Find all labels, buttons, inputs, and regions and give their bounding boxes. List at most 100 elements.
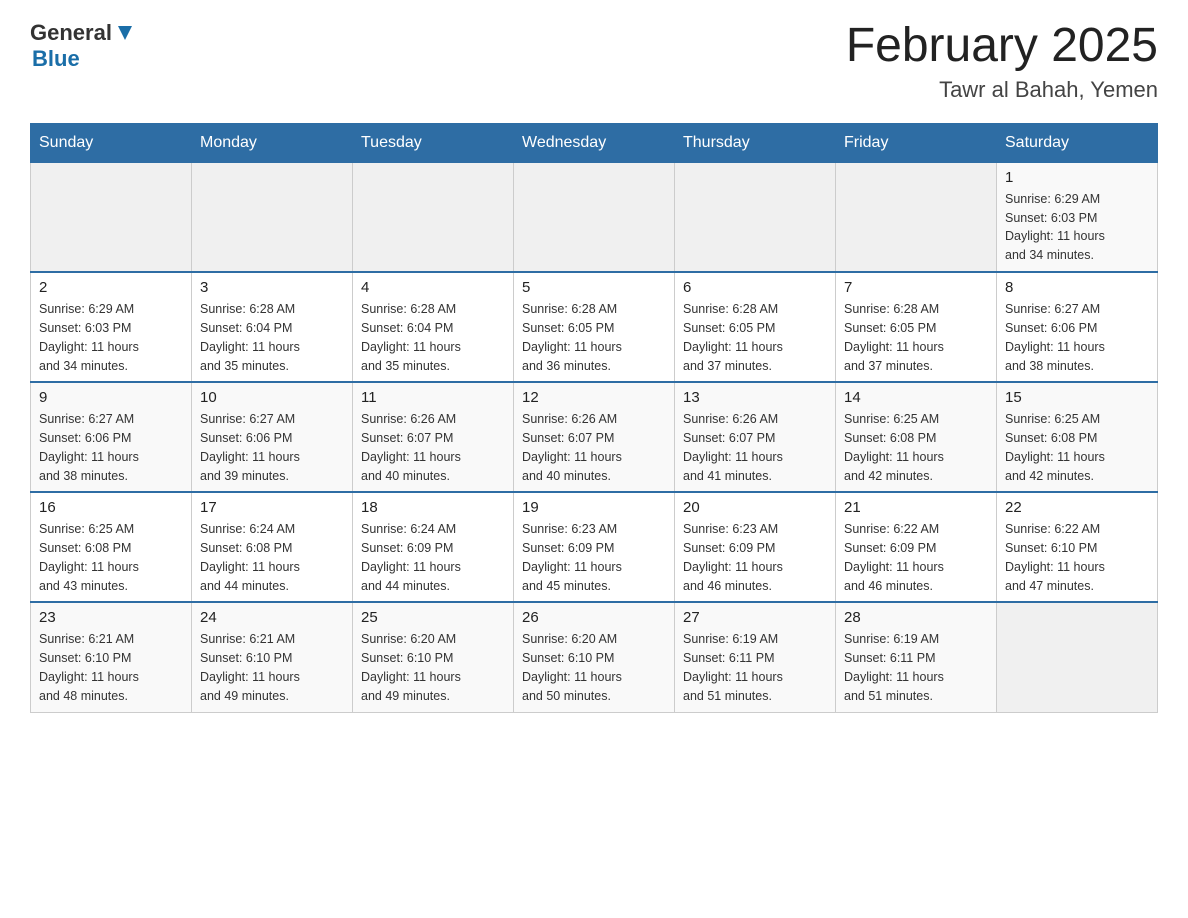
day-number: 8	[1005, 279, 1149, 296]
header-day-friday: Friday	[836, 123, 997, 162]
calendar-cell: 19Sunrise: 6:23 AM Sunset: 6:09 PM Dayli…	[514, 492, 675, 602]
calendar-cell: 12 Sunrise: 6:26 AM Sunset: 6:07 PM Dayli…	[514, 382, 675, 492]
day-number: 27	[683, 609, 827, 626]
day-info: Sunrise: 6:20 AM Sunset: 6:10 PM Dayligh…	[522, 630, 666, 705]
calendar-header-row: SundayMondayTuesdayWednesdayThursdayFrid…	[31, 123, 1158, 162]
day-info: Sunrise: 6:25 AM Sunset: 6:08 PM Dayligh…	[39, 520, 183, 595]
day-info: Sunrise: 6:26 AM Sunset: 6:07 PM Dayligh…	[683, 410, 827, 485]
header-day-tuesday: Tuesday	[353, 123, 514, 162]
header-day-monday: Monday	[192, 123, 353, 162]
calendar-cell: 28Sunrise: 6:19 AM Sunset: 6:11 PM Dayli…	[836, 602, 997, 712]
day-info: Sunrise: 6:24 AM Sunset: 6:08 PM Dayligh…	[200, 520, 344, 595]
calendar-cell	[192, 162, 353, 272]
day-info: Sunrise: 6:27 AM Sunset: 6:06 PM Dayligh…	[1005, 300, 1149, 375]
calendar-cell	[836, 162, 997, 272]
calendar-cell: 2 Sunrise: 6:29 AM Sunset: 6:03 PM Daylig…	[31, 272, 192, 382]
day-number: 6	[683, 279, 827, 296]
calendar-cell: 1Sunrise: 6:29 AM Sunset: 6:03 PM Daylig…	[997, 162, 1158, 272]
day-number: 16	[39, 499, 183, 516]
title-section: February 2025 Tawr al Bahah, Yemen	[846, 20, 1158, 103]
day-number: 5	[522, 279, 666, 296]
day-info: Sunrise: 6:21 AM Sunset: 6:10 PM Dayligh…	[200, 630, 344, 705]
day-number: 13	[683, 389, 827, 406]
calendar-cell: 27 Sunrise: 6:19 AM Sunset: 6:11 PM Dayli…	[675, 602, 836, 712]
calendar-cell: 10Sunrise: 6:27 AM Sunset: 6:06 PM Dayli…	[192, 382, 353, 492]
calendar-cell: 9 Sunrise: 6:27 AM Sunset: 6:06 PM Daylig…	[31, 382, 192, 492]
day-info: Sunrise: 6:26 AM Sunset: 6:07 PM Dayligh…	[522, 410, 666, 485]
calendar-cell: 8 Sunrise: 6:27 AM Sunset: 6:06 PM Daylig…	[997, 272, 1158, 382]
day-number: 22	[1005, 499, 1149, 516]
calendar-cell	[514, 162, 675, 272]
day-number: 17	[200, 499, 344, 516]
day-number: 9	[39, 389, 183, 406]
day-number: 18	[361, 499, 505, 516]
day-number: 2	[39, 279, 183, 296]
calendar-cell: 24 Sunrise: 6:21 AM Sunset: 6:10 PM Dayli…	[192, 602, 353, 712]
calendar-cell: 23 Sunrise: 6:21 AM Sunset: 6:10 PM Dayli…	[31, 602, 192, 712]
day-number: 11	[361, 389, 505, 406]
calendar-cell: 7 Sunrise: 6:28 AM Sunset: 6:05 PM Daylig…	[836, 272, 997, 382]
day-info: Sunrise: 6:24 AM Sunset: 6:09 PM Dayligh…	[361, 520, 505, 595]
day-number: 19	[522, 499, 666, 516]
day-info: Sunrise: 6:22 AM Sunset: 6:10 PM Dayligh…	[1005, 520, 1149, 595]
calendar-title: February 2025	[846, 20, 1158, 73]
day-info: Sunrise: 6:23 AM Sunset: 6:09 PM Dayligh…	[683, 520, 827, 595]
calendar-week-row: 9 Sunrise: 6:27 AM Sunset: 6:06 PM Daylig…	[31, 382, 1158, 492]
day-info: Sunrise: 6:27 AM Sunset: 6:06 PM Dayligh…	[39, 410, 183, 485]
calendar-cell: 6Sunrise: 6:28 AM Sunset: 6:05 PM Daylig…	[675, 272, 836, 382]
day-info: Sunrise: 6:25 AM Sunset: 6:08 PM Dayligh…	[1005, 410, 1149, 485]
day-number: 1	[1005, 169, 1149, 186]
day-info: Sunrise: 6:21 AM Sunset: 6:10 PM Dayligh…	[39, 630, 183, 705]
day-info: Sunrise: 6:28 AM Sunset: 6:05 PM Dayligh…	[844, 300, 988, 375]
day-number: 20	[683, 499, 827, 516]
day-info: Sunrise: 6:28 AM Sunset: 6:05 PM Dayligh…	[522, 300, 666, 375]
calendar-cell: 21 Sunrise: 6:22 AM Sunset: 6:09 PM Dayli…	[836, 492, 997, 602]
header-day-thursday: Thursday	[675, 123, 836, 162]
day-number: 26	[522, 609, 666, 626]
day-number: 15	[1005, 389, 1149, 406]
calendar-cell: 15 Sunrise: 6:25 AM Sunset: 6:08 PM Dayli…	[997, 382, 1158, 492]
logo-text-general: General	[30, 20, 112, 46]
day-number: 4	[361, 279, 505, 296]
calendar-cell: 22 Sunrise: 6:22 AM Sunset: 6:10 PM Dayli…	[997, 492, 1158, 602]
calendar-table: SundayMondayTuesdayWednesdayThursdayFrid…	[30, 123, 1158, 713]
calendar-cell: 11Sunrise: 6:26 AM Sunset: 6:07 PM Dayli…	[353, 382, 514, 492]
header-day-wednesday: Wednesday	[514, 123, 675, 162]
day-info: Sunrise: 6:28 AM Sunset: 6:04 PM Dayligh…	[361, 300, 505, 375]
day-info: Sunrise: 6:28 AM Sunset: 6:04 PM Dayligh…	[200, 300, 344, 375]
day-info: Sunrise: 6:22 AM Sunset: 6:09 PM Dayligh…	[844, 520, 988, 595]
day-info: Sunrise: 6:19 AM Sunset: 6:11 PM Dayligh…	[683, 630, 827, 705]
calendar-cell	[31, 162, 192, 272]
header-day-saturday: Saturday	[997, 123, 1158, 162]
day-info: Sunrise: 6:19 AM Sunset: 6:11 PM Dayligh…	[844, 630, 988, 705]
logo-text-blue: Blue	[32, 46, 80, 72]
day-info: Sunrise: 6:29 AM Sunset: 6:03 PM Dayligh…	[39, 300, 183, 375]
logo: General Blue	[30, 20, 136, 72]
day-number: 12	[522, 389, 666, 406]
header-day-sunday: Sunday	[31, 123, 192, 162]
calendar-cell	[997, 602, 1158, 712]
calendar-cell: 3 Sunrise: 6:28 AM Sunset: 6:04 PM Daylig…	[192, 272, 353, 382]
calendar-cell: 5 Sunrise: 6:28 AM Sunset: 6:05 PM Daylig…	[514, 272, 675, 382]
calendar-cell: 4 Sunrise: 6:28 AM Sunset: 6:04 PM Daylig…	[353, 272, 514, 382]
logo-triangle-icon	[114, 22, 136, 44]
calendar-cell: 13 Sunrise: 6:26 AM Sunset: 6:07 PM Dayli…	[675, 382, 836, 492]
calendar-subtitle: Tawr al Bahah, Yemen	[846, 77, 1158, 103]
calendar-cell	[353, 162, 514, 272]
day-info: Sunrise: 6:20 AM Sunset: 6:10 PM Dayligh…	[361, 630, 505, 705]
calendar-week-row: 2 Sunrise: 6:29 AM Sunset: 6:03 PM Daylig…	[31, 272, 1158, 382]
day-number: 10	[200, 389, 344, 406]
day-number: 21	[844, 499, 988, 516]
day-number: 23	[39, 609, 183, 626]
day-number: 24	[200, 609, 344, 626]
calendar-cell: 16 Sunrise: 6:25 AM Sunset: 6:08 PM Dayli…	[31, 492, 192, 602]
calendar-cell: 14Sunrise: 6:25 AM Sunset: 6:08 PM Dayli…	[836, 382, 997, 492]
day-number: 7	[844, 279, 988, 296]
day-number: 3	[200, 279, 344, 296]
calendar-week-row: 16 Sunrise: 6:25 AM Sunset: 6:08 PM Dayli…	[31, 492, 1158, 602]
page-header: General Blue February 2025 Tawr al Bahah…	[30, 20, 1158, 103]
calendar-cell: 17 Sunrise: 6:24 AM Sunset: 6:08 PM Dayli…	[192, 492, 353, 602]
calendar-week-row: 1Sunrise: 6:29 AM Sunset: 6:03 PM Daylig…	[31, 162, 1158, 272]
calendar-week-row: 23 Sunrise: 6:21 AM Sunset: 6:10 PM Dayli…	[31, 602, 1158, 712]
calendar-cell	[675, 162, 836, 272]
